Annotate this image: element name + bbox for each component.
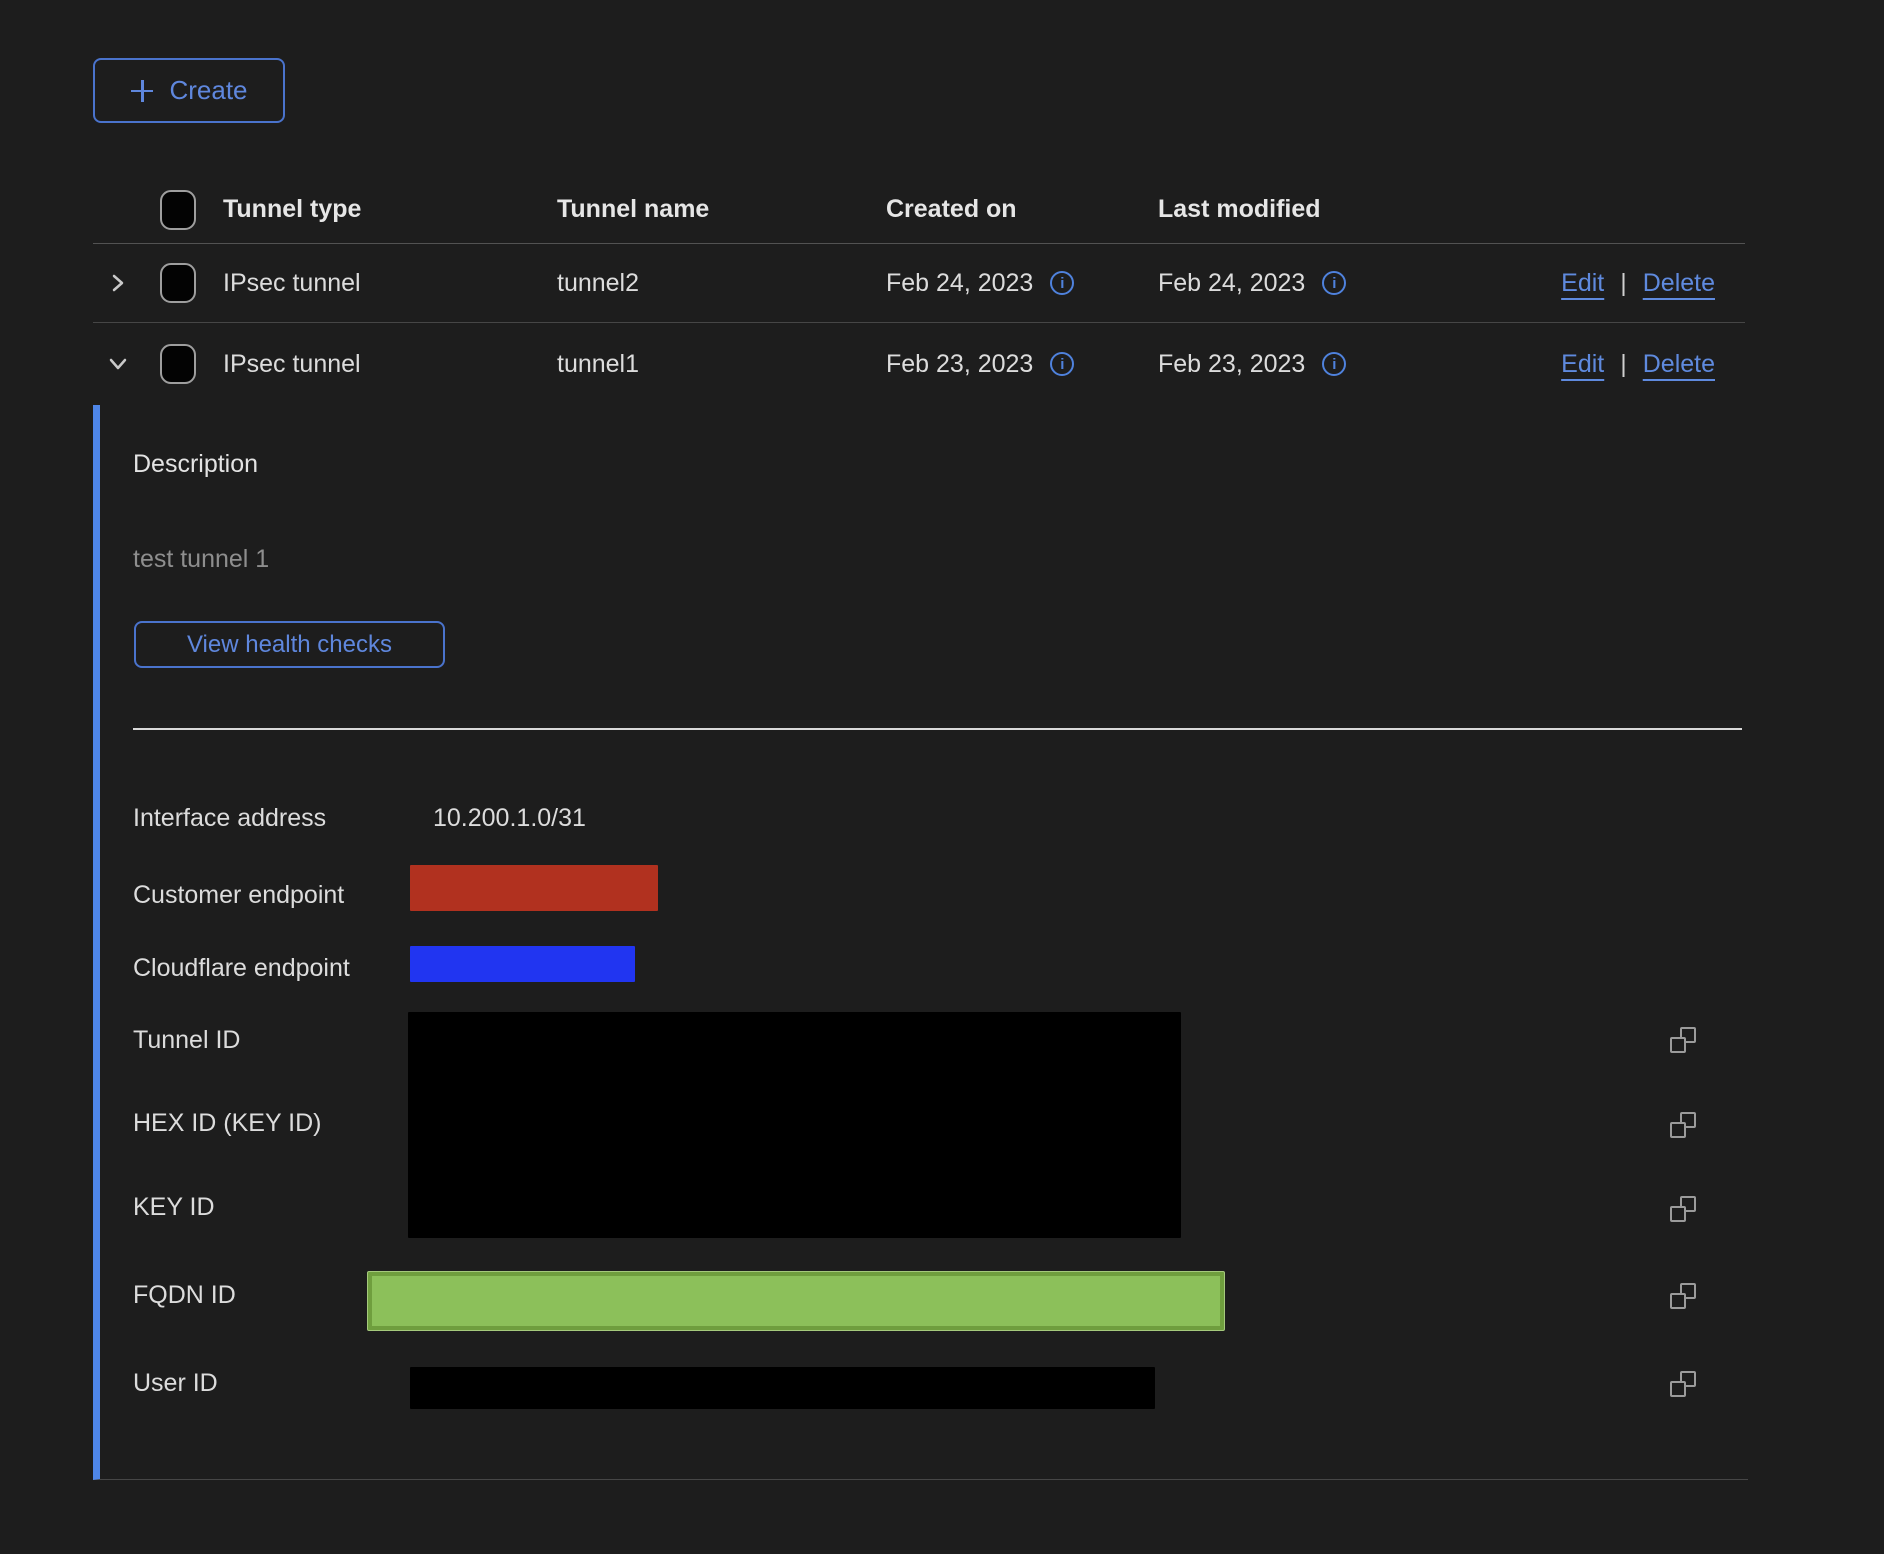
table-header-row: Tunnel type Tunnel name Created on Last …	[93, 176, 1745, 244]
chevron-right-icon[interactable]	[93, 272, 143, 294]
info-icon[interactable]	[1322, 271, 1346, 295]
header-created-on: Created on	[886, 195, 1158, 224]
view-health-checks-button[interactable]: View health checks	[134, 621, 445, 668]
row-checkbox[interactable]	[160, 263, 196, 303]
info-icon[interactable]	[1050, 352, 1074, 376]
header-tunnel-name: Tunnel name	[557, 195, 886, 224]
delete-link[interactable]: Delete	[1643, 350, 1715, 379]
edit-link[interactable]: Edit	[1561, 350, 1604, 379]
tunnel-name-cell: tunnel1	[557, 350, 886, 379]
fqdn-id-redacted-value	[368, 1272, 1224, 1330]
cloudflare-endpoint-label: Cloudflare endpoint	[133, 953, 350, 983]
copy-user-id-button[interactable]	[1670, 1370, 1698, 1398]
created-on-cell: Feb 23, 2023	[886, 350, 1033, 379]
actions-separator: |	[1620, 350, 1627, 379]
tunnel-type-cell: IPsec tunnel	[223, 350, 557, 379]
section-divider	[133, 728, 1742, 730]
tunnel-type-cell: IPsec tunnel	[223, 269, 557, 298]
row-checkbox[interactable]	[160, 344, 196, 384]
user-id-label: User ID	[133, 1368, 218, 1398]
tunnel-id-label: Tunnel ID	[133, 1025, 240, 1055]
tunnels-table: Tunnel type Tunnel name Created on Last …	[93, 176, 1745, 405]
customer-endpoint-redacted-value	[410, 865, 658, 911]
actions-separator: |	[1620, 269, 1627, 298]
description-label: Description	[133, 450, 258, 479]
fqdn-id-label: FQDN ID	[133, 1280, 236, 1310]
description-value: test tunnel 1	[133, 545, 269, 574]
copy-icon	[1670, 1027, 1696, 1053]
header-last-modified: Last modified	[1158, 195, 1430, 224]
edit-link[interactable]: Edit	[1561, 269, 1604, 298]
tunnel-name-cell: tunnel2	[557, 269, 886, 298]
copy-key-id-button[interactable]	[1670, 1195, 1698, 1223]
interface-address-label: Interface address	[133, 803, 326, 833]
hex-id-label: HEX ID (KEY ID)	[133, 1108, 321, 1138]
copy-tunnel-id-button[interactable]	[1670, 1026, 1698, 1054]
created-on-cell: Feb 24, 2023	[886, 269, 1033, 298]
tunnel-details-panel: Description test tunnel 1 View health ch…	[93, 405, 1748, 1480]
delete-link[interactable]: Delete	[1643, 269, 1715, 298]
header-tunnel-type: Tunnel type	[223, 195, 557, 224]
copy-icon	[1670, 1112, 1696, 1138]
plus-icon	[130, 79, 154, 103]
customer-endpoint-label: Customer endpoint	[133, 880, 344, 910]
chevron-down-icon[interactable]	[93, 353, 143, 375]
select-all-checkbox[interactable]	[160, 190, 196, 230]
ids-redacted-values	[408, 1012, 1181, 1238]
info-icon[interactable]	[1050, 271, 1074, 295]
copy-fqdn-id-button[interactable]	[1670, 1282, 1698, 1310]
create-button[interactable]: Create	[93, 58, 285, 123]
create-button-label: Create	[169, 75, 247, 106]
last-modified-cell: Feb 23, 2023	[1158, 350, 1305, 379]
info-icon[interactable]	[1322, 352, 1346, 376]
copy-icon	[1670, 1283, 1696, 1309]
view-health-checks-label: View health checks	[187, 631, 392, 659]
copy-icon	[1670, 1196, 1696, 1222]
table-row-expanded: IPsec tunnel tunnel1 Feb 23, 2023 Feb 23…	[93, 323, 1745, 405]
last-modified-cell: Feb 24, 2023	[1158, 269, 1305, 298]
copy-icon	[1670, 1371, 1696, 1397]
interface-address-value: 10.200.1.0/31	[433, 803, 586, 833]
cloudflare-endpoint-redacted-value	[410, 946, 635, 982]
user-id-redacted-value	[410, 1367, 1155, 1409]
copy-hex-id-button[interactable]	[1670, 1111, 1698, 1139]
tunnels-page: Create Tunnel type Tunnel name Created o…	[0, 0, 1884, 1554]
table-row: IPsec tunnel tunnel2 Feb 24, 2023 Feb 24…	[93, 244, 1745, 323]
key-id-label: KEY ID	[133, 1192, 215, 1222]
